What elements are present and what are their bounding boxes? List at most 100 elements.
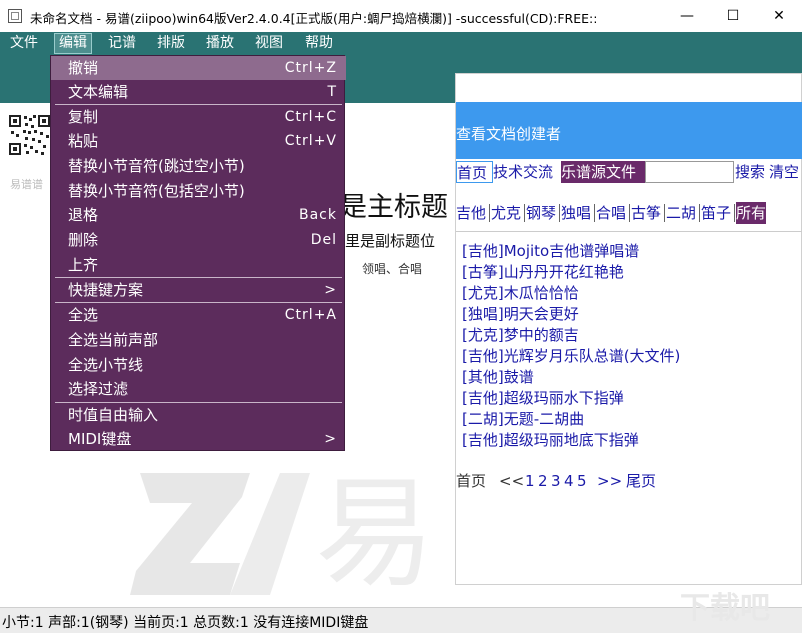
view-creator-link[interactable]: 查看文档创建者 xyxy=(456,123,561,144)
pager-prev[interactable]: << xyxy=(499,470,524,492)
window-title: 未命名文档 - 易谱(ziipoo)win64版Ver2.4.0.4[正式版(用… xyxy=(30,11,598,26)
nav-score-files[interactable]: 乐谱源文件 xyxy=(561,161,645,183)
category-ukulele[interactable]: 尤克 xyxy=(491,202,521,224)
category-divider xyxy=(664,204,665,222)
song-link[interactable]: [二胡]无题-二胡曲 xyxy=(462,409,584,430)
app-icon xyxy=(8,9,22,23)
maximize-button[interactable]: ☐ xyxy=(710,0,756,32)
close-button[interactable]: ✕ xyxy=(756,0,802,32)
menu-delete-label: 删除 xyxy=(68,231,99,249)
menu-shortcut-scheme-label: 快捷键方案 xyxy=(68,281,144,299)
song-link[interactable]: [古筝]山丹丹开花红艳艳 xyxy=(462,262,624,283)
menu-delete[interactable]: 删除 Del xyxy=(51,228,346,252)
menu-notation[interactable]: 记谱 xyxy=(104,34,140,53)
menu-undo-label: 撤销 xyxy=(68,59,99,77)
category-chorus[interactable]: 合唱 xyxy=(596,202,626,224)
pager-page-1[interactable]: 1 xyxy=(525,470,535,492)
status-text: 小节:1 声部:1(钢琴) 当前页:1 总页数:1 没有连接MIDI键盘 xyxy=(2,615,369,631)
menu-copy-shortcut: Ctrl+C xyxy=(284,109,337,125)
song-link[interactable]: [吉他]光辉岁月乐队总谱(大文件) xyxy=(462,346,680,367)
pager-page-3[interactable]: 3 xyxy=(551,470,561,492)
menu-text-edit[interactable]: 文本编辑 T xyxy=(51,80,346,104)
score-credits[interactable]: 领唱、合唱 xyxy=(362,260,422,277)
menu-play[interactable]: 播放 xyxy=(202,34,238,53)
score-library-panel: 查看文档创建者 首页 技术交流 乐谱源文件 搜索 清空 吉他 尤克 钢琴 独唱 … xyxy=(455,73,802,585)
pager-page-5[interactable]: 5 xyxy=(577,470,587,492)
menu-undo[interactable]: 撤销 Ctrl+Z xyxy=(51,56,346,80)
menu-copy[interactable]: 复制 Ctrl+C xyxy=(51,105,346,129)
menu-midi-keyboard[interactable]: MIDI键盘 > xyxy=(51,427,346,451)
nav-tech-exchange[interactable]: 技术交流 xyxy=(493,161,561,183)
search-input[interactable] xyxy=(645,161,734,183)
menu-text-edit-shortcut: T xyxy=(327,84,337,100)
song-link[interactable]: [独唱]明天会更好 xyxy=(462,304,579,325)
menu-backspace-label: 退格 xyxy=(68,206,99,224)
menu-free-duration[interactable]: 时值自由输入 xyxy=(51,403,346,427)
category-divider xyxy=(699,204,700,222)
category-piano[interactable]: 钢琴 xyxy=(526,202,556,224)
nav-search-button[interactable]: 搜索 xyxy=(735,161,769,183)
qr-code-icon xyxy=(8,113,52,173)
menu-replace-include-empty[interactable]: 替换小节音符(包括空小节) xyxy=(51,179,346,203)
menu-select-filter-label: 选择过滤 xyxy=(68,380,129,398)
category-divider xyxy=(524,204,525,222)
corner-logo: 下载吧 xyxy=(680,591,770,626)
pager-first[interactable]: 首页 xyxy=(456,470,486,492)
category-guitar[interactable]: 吉他 xyxy=(456,202,486,224)
minimize-button[interactable]: — xyxy=(664,0,710,32)
watermark-logo-icon: 易 xyxy=(130,465,435,604)
qr-label: 易谱谱 xyxy=(10,178,43,191)
pager-next[interactable]: >> xyxy=(597,470,622,492)
pager-page-2[interactable]: 2 xyxy=(538,470,548,492)
chevron-right-icon: > xyxy=(324,431,337,447)
category-divider xyxy=(559,204,560,222)
menu-align-top-label: 上齐 xyxy=(68,256,99,274)
song-link[interactable]: [吉他]超级玛丽地底下指弹 xyxy=(462,430,639,451)
menu-text-edit-label: 文本编辑 xyxy=(68,83,129,101)
category-guzheng[interactable]: 古筝 xyxy=(631,202,661,224)
category-solo[interactable]: 独唱 xyxy=(561,202,591,224)
category-divider xyxy=(489,204,490,222)
menu-select-filter[interactable]: 选择过滤 xyxy=(51,377,346,401)
chevron-right-icon: > xyxy=(324,282,337,298)
menu-undo-shortcut: Ctrl+Z xyxy=(284,60,337,76)
song-link[interactable]: [吉他]超级玛丽水下指弹 xyxy=(462,388,624,409)
song-link[interactable]: [吉他]Mojito吉他谱弹唱谱 xyxy=(462,241,639,262)
pager-last[interactable]: 尾页 xyxy=(626,470,656,492)
nav-clear-button[interactable]: 清空 xyxy=(769,161,802,183)
menu-help[interactable]: 帮助 xyxy=(301,34,337,53)
menu-copy-label: 复制 xyxy=(68,108,99,126)
category-flute[interactable]: 笛子 xyxy=(701,202,731,224)
pager-page-4[interactable]: 4 xyxy=(564,470,574,492)
menu-layout[interactable]: 排版 xyxy=(153,34,189,53)
category-erhu[interactable]: 二胡 xyxy=(666,202,696,224)
svg-text:易: 易 xyxy=(315,465,435,604)
song-link[interactable]: [其他]鼓谱 xyxy=(462,367,534,388)
panel-divider xyxy=(456,231,802,232)
menu-edit[interactable]: 编辑 xyxy=(54,33,92,54)
menu-align-top[interactable]: 上齐 xyxy=(51,253,346,277)
score-subtitle[interactable]: 里是副标题位 xyxy=(345,230,435,251)
menu-view[interactable]: 视图 xyxy=(251,34,287,53)
menu-paste-label: 粘贴 xyxy=(68,132,99,150)
menu-select-all-shortcut: Ctrl+A xyxy=(284,307,337,323)
menu-replace-skip-empty[interactable]: 替换小节音符(跳过空小节) xyxy=(51,154,346,178)
menu-select-voice-label: 全选当前声部 xyxy=(68,331,159,349)
menu-select-all[interactable]: 全选 Ctrl+A xyxy=(51,303,346,327)
menu-file[interactable]: 文件 xyxy=(6,34,42,53)
song-link[interactable]: [尤克]木瓜恰恰恰 xyxy=(462,283,579,304)
score-main-title[interactable]: 是主标题 xyxy=(340,185,448,224)
category-all[interactable]: 所有 xyxy=(736,202,767,224)
menu-paste-shortcut: Ctrl+V xyxy=(284,133,337,149)
panel-header: 查看文档创建者 xyxy=(456,102,802,159)
menu-replace-include-empty-label: 替换小节音符(包括空小节) xyxy=(68,182,245,200)
category-divider xyxy=(629,204,630,222)
menu-paste[interactable]: 粘贴 Ctrl+V xyxy=(51,129,346,153)
menu-select-voice[interactable]: 全选当前声部 xyxy=(51,328,346,352)
song-link[interactable]: [尤克]梦中的额吉 xyxy=(462,325,579,346)
menu-shortcut-scheme[interactable]: 快捷键方案 > xyxy=(51,278,346,302)
menu-select-barlines[interactable]: 全选小节线 xyxy=(51,353,346,377)
menu-backspace[interactable]: 退格 Back xyxy=(51,203,346,227)
menu-select-all-label: 全选 xyxy=(68,306,99,324)
nav-home[interactable]: 首页 xyxy=(456,161,493,183)
